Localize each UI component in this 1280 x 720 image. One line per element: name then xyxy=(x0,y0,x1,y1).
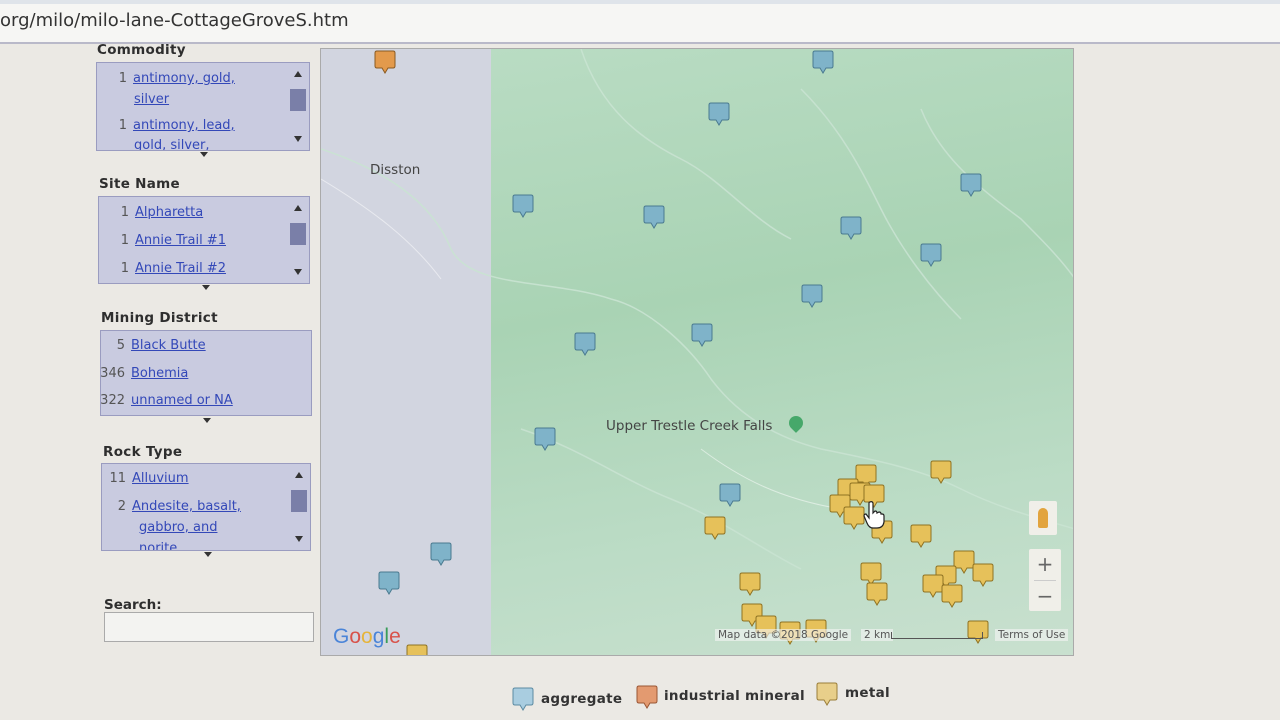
list-item-cont[interactable]: gold, silver, xyxy=(134,135,210,150)
rock-type-filter-list[interactable]: 11 Alluvium 2 Andesite, basalt, gabbro, an… xyxy=(101,463,311,551)
commodity-filter-list[interactable]: 1 antimony, gold, silver 1 antimony, lead,… xyxy=(96,62,310,151)
list-item[interactable]: 2 Andesite, basalt, xyxy=(102,496,241,517)
street-view-pegman-icon[interactable] xyxy=(1029,501,1057,535)
metal-legend-icon xyxy=(816,681,838,707)
metal-marker[interactable] xyxy=(866,581,888,607)
metal-marker[interactable] xyxy=(972,562,994,588)
aggregate-marker[interactable] xyxy=(691,322,713,348)
scale-bar xyxy=(891,632,983,639)
list-item-cont[interactable]: norite xyxy=(139,538,177,550)
scroll-thumb[interactable] xyxy=(291,490,307,512)
zoom-control[interactable]: + − xyxy=(1029,549,1061,611)
aggregate-marker[interactable] xyxy=(378,570,400,596)
list-item-cont[interactable]: silver xyxy=(134,89,169,110)
aggregate-marker[interactable] xyxy=(719,482,741,508)
scrollbar[interactable] xyxy=(289,201,307,279)
list-item[interactable]: 5 Black Butte xyxy=(101,335,206,356)
aggregate-marker[interactable] xyxy=(801,283,823,309)
aggregate-marker[interactable] xyxy=(430,541,452,567)
mining-district-filter-title: Mining District xyxy=(101,310,218,326)
aggregate-marker[interactable] xyxy=(574,331,596,357)
rock-type-filter-title: Rock Type xyxy=(103,444,183,460)
metal-marker[interactable] xyxy=(704,515,726,541)
scroll-thumb[interactable] xyxy=(290,223,306,245)
district-link[interactable]: unnamed or NA xyxy=(131,393,233,408)
scroll-down-icon[interactable] xyxy=(294,136,302,142)
legend-metal: metal xyxy=(845,685,890,701)
resize-handle-icon[interactable] xyxy=(200,152,208,157)
terms-link[interactable]: Terms of Use xyxy=(995,629,1069,641)
url-text[interactable]: org/milo/milo-lane-CottageGroveS.htm xyxy=(0,10,349,31)
district-link[interactable]: Bohemia xyxy=(131,366,188,381)
metal-marker[interactable] xyxy=(739,571,761,597)
district-link[interactable]: Black Butte xyxy=(131,338,206,353)
metal-marker[interactable] xyxy=(910,523,932,549)
aggregate-marker[interactable] xyxy=(643,204,665,230)
hand-cursor-icon xyxy=(863,501,885,529)
industrial-mineral-legend-icon xyxy=(636,684,658,710)
legend-aggregate: aggregate xyxy=(541,691,623,707)
scrollbar[interactable] xyxy=(290,468,308,546)
google-logo: Google xyxy=(333,625,401,648)
resize-handle-icon[interactable] xyxy=(204,552,212,557)
resize-handle-icon[interactable] xyxy=(202,285,210,290)
search-input[interactable] xyxy=(104,612,314,642)
scroll-up-icon[interactable] xyxy=(294,205,302,211)
commodity-link[interactable]: antimony, gold, xyxy=(133,71,235,86)
metal-marker[interactable] xyxy=(406,643,428,655)
aggregate-marker[interactable] xyxy=(960,172,982,198)
list-item[interactable]: 1 Annie Trail #1 xyxy=(99,230,226,251)
site-link[interactable]: Alpharetta xyxy=(135,205,203,220)
aggregate-marker[interactable] xyxy=(534,426,556,452)
browser-address-bar[interactable]: org/milo/milo-lane-CottageGroveS.htm xyxy=(0,0,1280,44)
list-item-cont[interactable]: gabbro, and xyxy=(139,517,217,538)
site-name-filter-list[interactable]: 1 Alpharetta 1 Annie Trail #1 1 Annie Trail… xyxy=(98,196,310,284)
commodity-filter-title: Commodity xyxy=(97,42,186,58)
aggregate-marker[interactable] xyxy=(812,49,834,75)
list-item[interactable]: 1 antimony, lead, xyxy=(97,115,235,136)
zoom-in-button[interactable]: + xyxy=(1029,549,1061,579)
aggregate-marker[interactable] xyxy=(708,101,730,127)
zoom-out-button[interactable]: − xyxy=(1029,581,1061,611)
site-name-filter-title: Site Name xyxy=(99,176,180,192)
list-item[interactable]: 1 Annie Trail #2 xyxy=(99,258,226,279)
scale-label: 2 km xyxy=(861,629,894,641)
metal-marker[interactable] xyxy=(930,459,952,485)
scroll-down-icon[interactable] xyxy=(294,269,302,275)
map-attribution: Map data ©2018 Google xyxy=(715,629,852,641)
list-item[interactable]: 1 antimony, gold, xyxy=(97,68,235,89)
site-link[interactable]: Annie Trail #1 xyxy=(135,233,226,248)
aggregate-marker[interactable] xyxy=(840,215,862,241)
mining-district-filter-list[interactable]: 5 Black Butte 346 Bohemia 322 unnamed or NA xyxy=(100,330,312,416)
rock-link[interactable]: Alluvium xyxy=(132,471,189,486)
commodity-link[interactable]: antimony, lead, xyxy=(133,118,235,133)
scroll-thumb[interactable] xyxy=(290,89,306,111)
rock-link[interactable]: Andesite, basalt, xyxy=(132,499,241,514)
map-canvas[interactable]: Disston Upper Trestle Creek Falls + − Go… xyxy=(320,48,1074,656)
scrollbar[interactable] xyxy=(289,67,307,146)
browser-top-edge xyxy=(0,0,1280,4)
list-item[interactable]: 322 unnamed or NA xyxy=(101,390,233,411)
aggregate-legend-icon xyxy=(512,686,534,712)
aggregate-marker[interactable] xyxy=(920,242,942,268)
site-link[interactable]: Annie Trail #2 xyxy=(135,261,226,276)
aggregate-marker[interactable] xyxy=(512,193,534,219)
industrial-mineral-marker[interactable] xyxy=(374,49,396,75)
metal-marker[interactable] xyxy=(941,583,963,609)
resize-handle-icon[interactable] xyxy=(203,418,211,423)
scroll-up-icon[interactable] xyxy=(295,472,303,478)
list-item[interactable]: 346 Bohemia xyxy=(101,363,188,384)
scroll-down-icon[interactable] xyxy=(295,536,303,542)
place-label-falls: Upper Trestle Creek Falls xyxy=(606,418,773,434)
place-label-disston: Disston xyxy=(370,162,421,178)
list-item[interactable]: 1 Alpharetta xyxy=(99,202,203,223)
metal-marker[interactable] xyxy=(843,505,865,531)
list-item[interactable]: 11 Alluvium xyxy=(102,468,189,489)
search-label: Search: xyxy=(104,597,162,613)
legend-industrial-mineral: industrial mineral xyxy=(664,688,805,704)
scroll-up-icon[interactable] xyxy=(294,71,302,77)
